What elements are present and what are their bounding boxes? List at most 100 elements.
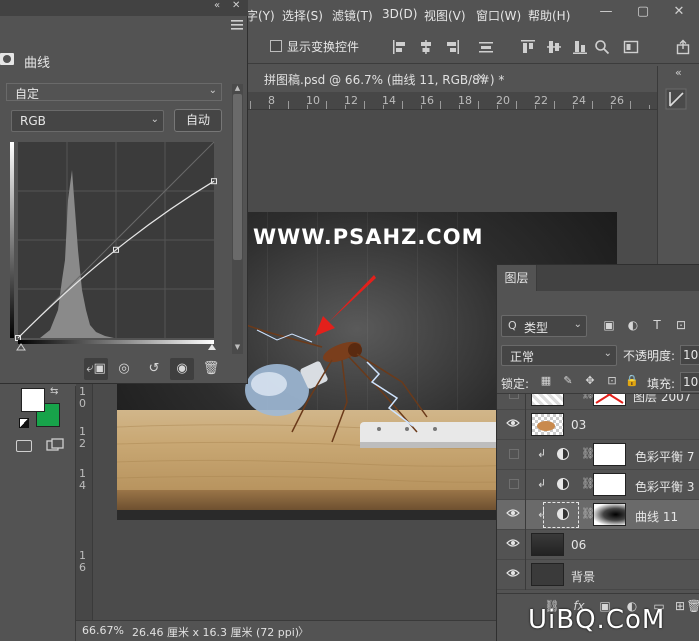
auto-button[interactable]: 自动 [174,109,222,132]
tab-layers[interactable]: 图层 [497,265,537,291]
fill-input[interactable]: 100 [680,372,699,392]
lock-position-icon[interactable]: ✥ [583,374,597,388]
workspace-icon[interactable] [623,39,639,55]
visibility-toggle[interactable] [509,479,519,489]
eye-icon[interactable] [506,538,520,548]
delete-button[interactable]: 🗑 [199,358,223,380]
ruler-tick [383,105,384,109]
screen-mode-icon[interactable] [46,438,64,452]
curves-header: 曲线 [0,46,248,72]
quick-mask-icon[interactable] [16,440,32,452]
distribute-icon[interactable] [478,39,494,55]
align-vcenter-icon[interactable] [546,39,562,55]
align-right-icon[interactable] [444,39,460,55]
close-icon[interactable]: ✕ [232,0,240,11]
ruler-horizontal[interactable]: 8 10 12 14 16 18 20 22 24 26 [248,92,699,110]
ruler-tick [364,101,365,109]
white-point-slider[interactable] [208,344,216,350]
ruler-vertical[interactable]: 1 0 1 2 1 4 1 6 [76,380,93,620]
tab-row [537,265,699,291]
default-colors-icon[interactable] [19,418,29,428]
document-tab[interactable]: 拼图稿.psd @ 66.7% (曲线 11, RGB/8#) * × [248,66,504,92]
layer-name: 03 [571,418,587,432]
menu-help[interactable]: 帮助(H) [528,7,570,24]
menu-type[interactable]: 字(Y) [246,7,275,24]
visibility-button[interactable]: ◉ [170,358,194,380]
menu-3d[interactable]: 3D(D) [382,7,417,21]
blend-mode-dropdown[interactable]: 正常 ⌄ [501,345,617,366]
curve-graph[interactable] [10,140,217,355]
layer-thumbnail [531,563,564,586]
layer-name: 背景 [571,570,596,584]
curves-properties-panel: « ✕ 曲线 自定 ⌄ RGB ⌄ 自动 ▲ ▼ ⤶▣ ◎ ↺ ◉ 🗑 [0,0,248,384]
layer-list[interactable]: ⛓ 图层 2007 03 ↲ ⛓ 色彩平衡 7 ↲ ⛓ 色彩平衡 3 ↲ ⛓ 曲… [497,393,699,593]
filter-type-icon[interactable]: T [649,317,665,333]
show-transform-checkbox[interactable] [270,40,282,52]
delete-layer-icon[interactable]: 🗑 [685,598,699,614]
zoom-level[interactable]: 66.67% [82,624,124,637]
lock-all-icon[interactable]: 🔒 [625,374,639,388]
menu-select[interactable]: 选择(S) [282,7,323,24]
align-left-icon[interactable] [392,39,408,55]
layer-row[interactable]: ↲ ⛓ 色彩平衡 7 [497,440,699,470]
layer-row[interactable]: 背景 [497,560,699,590]
panel-menu-icon[interactable] [231,20,243,30]
filter-adjustment-icon[interactable]: ◐ [625,317,641,333]
eye-icon[interactable] [506,418,520,428]
opacity-input[interactable]: 100 [680,345,699,365]
panel-scrollbar[interactable]: ▲ ▼ [232,84,243,354]
scroll-down-icon[interactable]: ▼ [233,343,242,352]
maximize-button[interactable]: ▢ [632,4,654,20]
lock-transparent-icon[interactable]: ▦ [539,374,553,388]
menu-view[interactable]: 视图(V) [424,7,466,24]
ruler-label: 1 [79,549,86,562]
menu-filter[interactable]: 滤镜(T) [332,7,373,24]
eye-icon[interactable] [506,508,520,518]
collapse-icon[interactable]: « [675,66,682,79]
visibility-toggle[interactable] [509,394,519,399]
layer-row[interactable]: 06 [497,530,699,560]
layer-row[interactable]: ↲ ⛓ 色彩平衡 3 [497,470,699,500]
ruler-label: 4 [79,479,86,492]
share-icon[interactable] [675,39,691,55]
view-previous-button[interactable]: ◎ [112,358,136,380]
lock-image-icon[interactable]: ✎ [561,374,575,388]
eye-icon[interactable] [506,568,520,578]
search-icon[interactable] [594,39,610,55]
swap-colors-icon[interactable]: ⇆ [50,386,58,397]
lock-artboard-icon[interactable]: ⊡ [605,374,619,388]
preset-dropdown[interactable]: 自定 ⌄ [6,83,222,101]
black-point-slider[interactable] [16,343,26,351]
menu-window[interactable]: 窗口(W) [476,7,521,24]
input-gradient [18,340,214,344]
channel-dropdown[interactable]: RGB ⌄ [11,110,164,132]
properties-icon[interactable] [665,88,687,110]
scroll-up-icon[interactable]: ▲ [233,84,242,93]
ruler-tick [440,101,441,109]
minimize-button[interactable]: — [595,4,617,20]
visibility-toggle[interactable] [509,449,519,459]
clip-icon: ↲ [537,447,547,460]
clip-to-layer-button[interactable]: ⤶▣ [84,358,108,380]
align-hcenter-icon[interactable] [418,39,434,55]
foreground-color-swatch[interactable] [21,388,45,412]
align-top-icon[interactable] [520,39,536,55]
status-menu-arrow-icon[interactable]: 〉 [298,623,309,639]
ruler-label: 10 [306,94,320,107]
filter-pixel-icon[interactable]: ▣ [601,317,617,333]
align-bottom-icon[interactable] [572,39,588,55]
filter-shape-icon[interactable]: ⊡ [673,317,689,333]
layer-row[interactable]: ⛓ 图层 2007 [497,394,699,410]
reset-button[interactable]: ↺ [142,358,166,380]
panel-title-bar[interactable]: « ✕ [0,0,248,16]
layer-row-selected[interactable]: ↲ ⛓ 曲线 11 [497,500,699,530]
layer-row[interactable]: 03 [497,410,699,440]
ruler-label: 14 [382,94,396,107]
document-size: 26.46 厘米 x 16.3 厘米 (72 ppi) [132,626,300,639]
ruler-label: 18 [458,94,472,107]
scrollbar-thumb[interactable] [233,94,242,260]
layer-kind-filter[interactable]: Q 类型 ⌄ [501,315,587,337]
collapse-icon[interactable]: « [214,0,220,11]
close-icon[interactable]: × [476,70,486,84]
close-window-button[interactable]: ✕ [668,4,690,20]
